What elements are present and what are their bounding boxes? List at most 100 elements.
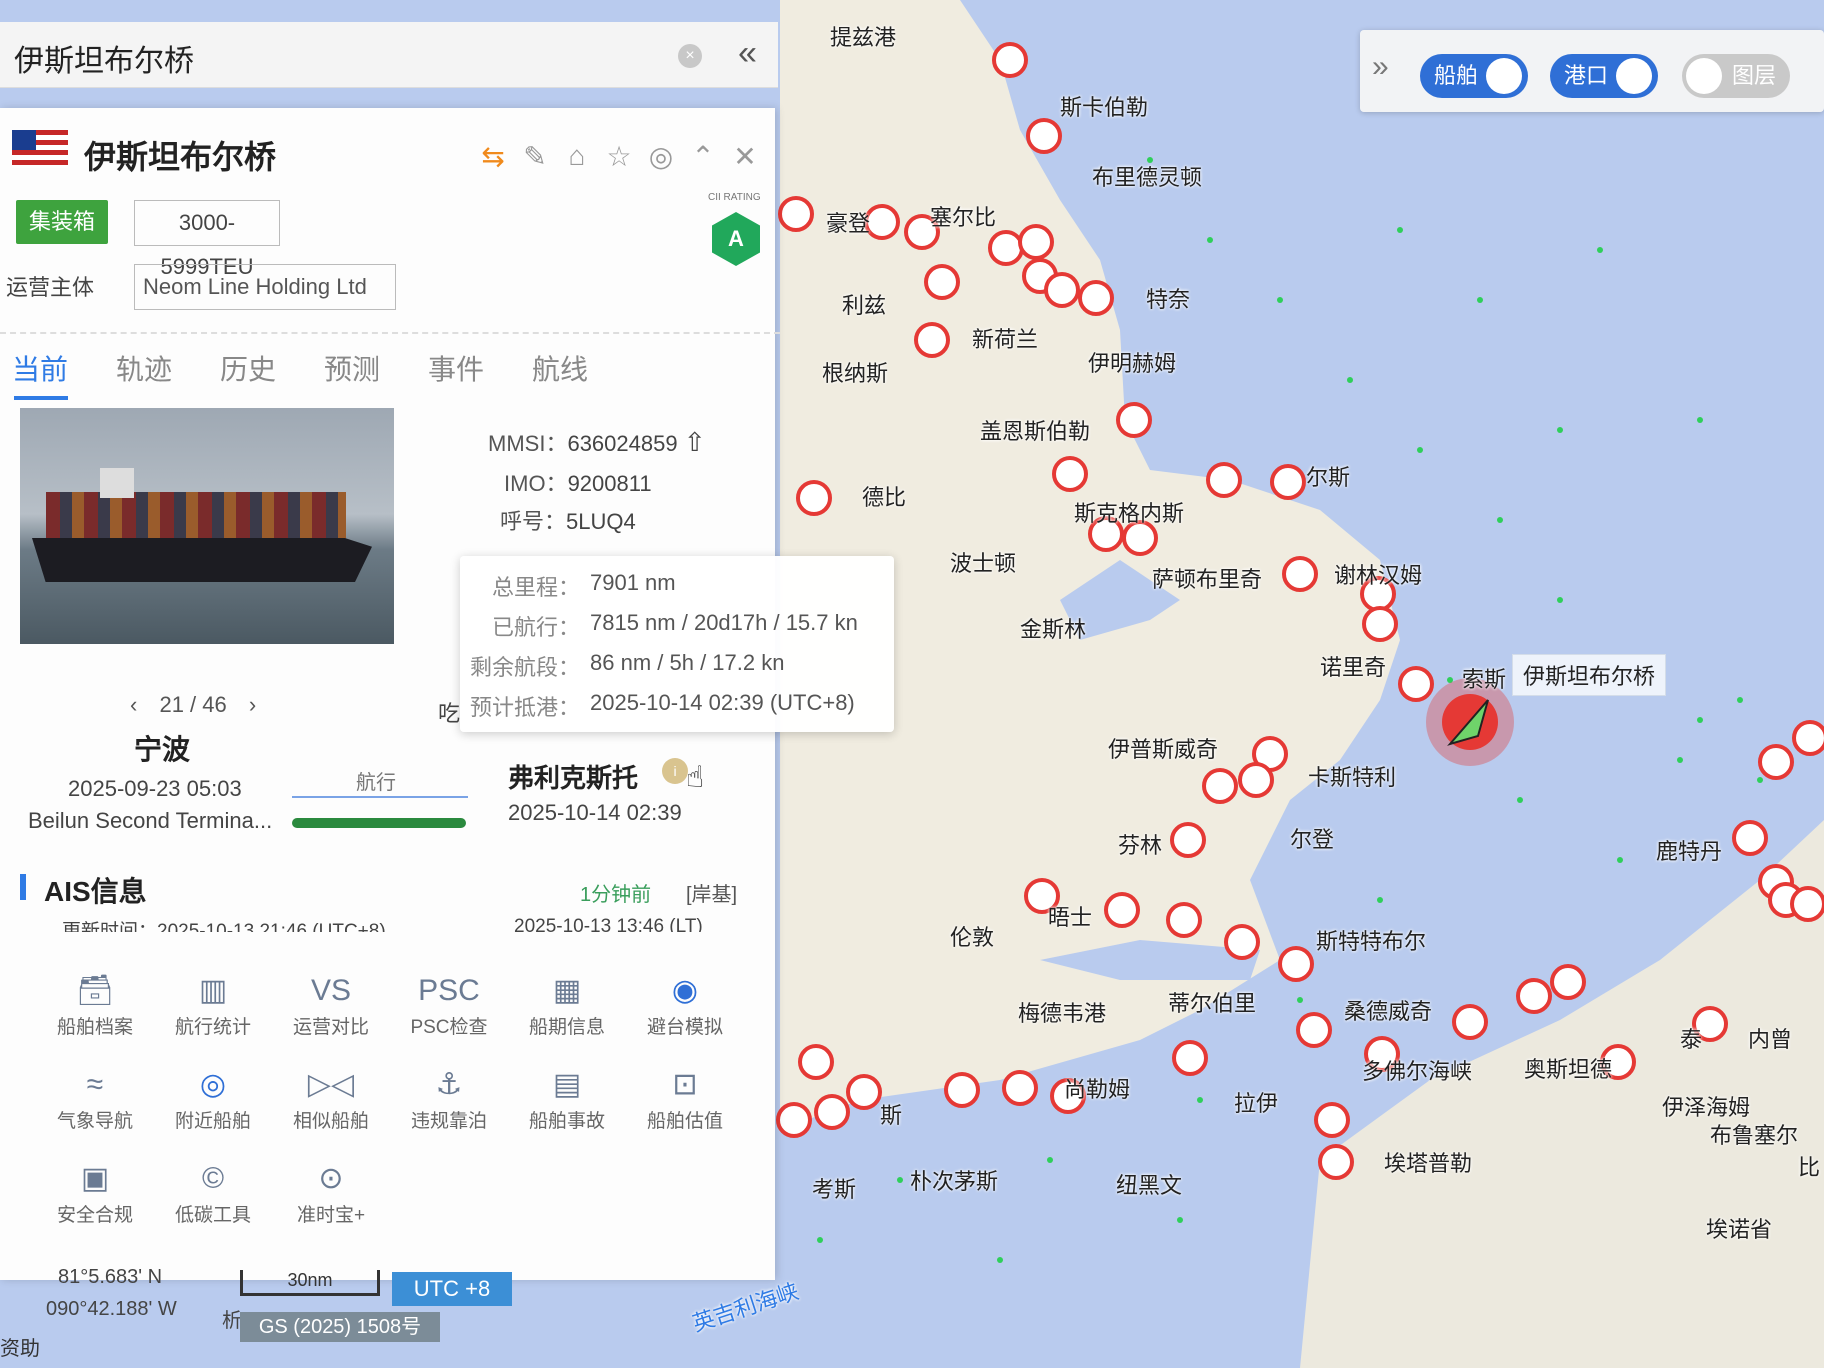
map-place-label: 伊普斯威奇 <box>1108 737 1219 762</box>
edit-icon[interactable]: ✎ <box>522 140 548 173</box>
copy-icon[interactable]: ⇧ <box>684 427 706 457</box>
timezone-button[interactable]: UTC +8 <box>392 1272 512 1306</box>
map-place-label: 特奈 <box>1146 287 1191 312</box>
destination-port[interactable]: 弗利克斯托 <box>508 758 638 795</box>
close-icon[interactable]: ✕ <box>732 140 758 173</box>
tool-label: 船舶档案 <box>56 1017 133 1038</box>
mmsi-label: MMSI： <box>488 431 568 456</box>
chevron-right-icon[interactable]: › <box>249 692 256 717</box>
map-place-label: 波士顿 <box>950 551 1017 576</box>
sponsor-link[interactable]: 资助 <box>0 1332 40 1361</box>
close-circle-icon[interactable]: × <box>678 44 702 68</box>
tooltip-key: 已航行： <box>491 615 580 640</box>
tool-label: PSC检查 <box>410 1017 488 1038</box>
longitude-readout: 090°42.188' W <box>46 1298 177 1320</box>
map-place-label: 盖恩斯伯勒 <box>980 419 1091 444</box>
chevron-left-icon[interactable]: ‹ <box>130 692 137 717</box>
tool-label: 相似船舶 <box>292 1111 369 1132</box>
map-place-label: 伊明赫姆 <box>1088 351 1177 376</box>
tool-accident[interactable]: ▤ 船舶事故 <box>512 1064 622 1133</box>
mmsi-row: MMSI：636024859 ⇧ <box>488 426 706 458</box>
map-place-label: 多佛尔海峡 <box>1362 1059 1473 1084</box>
ports-toggle[interactable]: 港口 <box>1550 54 1658 98</box>
tag-icon[interactable]: ⌂ <box>564 140 590 173</box>
map-place-label: 索斯 <box>1462 667 1507 692</box>
update-time: 更新时间：2025-10-13 21:46 (UTC+8) <box>62 921 386 932</box>
info-icon[interactable]: i <box>662 758 688 784</box>
tab-forecast[interactable]: 预测 <box>324 348 428 388</box>
map-place-label: 尔登 <box>1290 827 1335 852</box>
tool-archive[interactable]: 🗃 船舶档案 <box>40 970 150 1039</box>
double-chevron-right-icon[interactable]: » <box>1372 50 1389 84</box>
tool-anchor[interactable]: ⚓ 违规靠泊 <box>394 1064 504 1133</box>
tool-bar-chart[interactable]: ▥ 航行统计 <box>158 970 268 1039</box>
vessel-photo[interactable] <box>20 408 394 644</box>
departure-port[interactable]: 宁波 <box>134 728 190 768</box>
update-local-time: 2025-10-13 13:46 (LT) <box>514 916 703 932</box>
share-icon[interactable]: ⇆ <box>480 140 506 173</box>
target-vessel-label[interactable]: 伊斯坦布尔桥 <box>1512 654 1667 696</box>
layers-toggle[interactable]: 图层 <box>1682 54 1790 98</box>
star-icon[interactable]: ☆ <box>606 140 632 173</box>
map-place-label: 比 <box>1798 1155 1821 1180</box>
map-place-label: 伦敦 <box>950 925 995 950</box>
map-place-label: 斯卡伯勒 <box>1060 95 1149 120</box>
tool-psc[interactable]: PSC PSC检查 <box>394 970 504 1039</box>
tool-label: 船舶估值 <box>646 1111 723 1132</box>
tool-similar-ship[interactable]: ▷◁ 相似船舶 <box>276 1064 386 1133</box>
tool-label: 低碳工具 <box>174 1205 251 1226</box>
tool-low-carbon[interactable]: © 低碳工具 <box>158 1158 268 1227</box>
tool-valuation[interactable]: ⊡ 船舶估值 <box>630 1064 740 1133</box>
search-input[interactable]: 伊斯坦布尔桥 <box>14 36 194 80</box>
imo-value: 9200811 <box>567 471 652 496</box>
map-place-label: 纽黑文 <box>1116 1173 1183 1198</box>
tooltip-key: 总里程： <box>491 575 580 600</box>
map-place-label: 德比 <box>862 485 907 510</box>
tab-current[interactable]: 当前 <box>12 348 116 388</box>
map-place-label: 桑德威奇 <box>1344 999 1433 1024</box>
tool-weather-nav[interactable]: ≈ 气象导航 <box>40 1064 150 1133</box>
tool-typhoon[interactable]: ◉ 避台模拟 <box>630 970 740 1039</box>
tool-label: 气象导航 <box>56 1111 133 1132</box>
tool-compliance[interactable]: ▣ 安全合规 <box>40 1158 150 1227</box>
tab-history[interactable]: 历史 <box>220 348 324 388</box>
bar-chart-icon: ▥ <box>198 974 228 1007</box>
voyage-pager-text: 21 / 46 <box>159 692 227 717</box>
tool-ontime[interactable]: ⊙ 准时宝+ <box>276 1158 386 1227</box>
section-accent <box>20 874 26 900</box>
operator-value[interactable]: Neom Line Holding Ltd <box>134 264 396 310</box>
voyage-progress-bar <box>292 818 467 828</box>
map-approval-number: GS (2025) 1508号 <box>240 1312 440 1342</box>
map-place-label: 布鲁塞尔 <box>1710 1123 1799 1148</box>
header-tools: ⇆ ✎ ⌂ ☆ ◎ ⌃ ✕ <box>480 140 758 173</box>
map-place-label: 拉伊 <box>1234 1091 1279 1116</box>
tool-label: 安全合规 <box>56 1205 133 1226</box>
ships-toggle[interactable]: 船舶 <box>1420 54 1528 98</box>
tab-track[interactable]: 轨迹 <box>116 348 220 388</box>
tool-label: 准时宝+ <box>296 1205 366 1226</box>
map-place-label: 利兹 <box>842 293 887 318</box>
archive-icon: 🗃 <box>75 974 115 1007</box>
tool-calendar[interactable]: ▦ 船期信息 <box>512 970 622 1039</box>
cii-badge[interactable]: A <box>712 212 760 266</box>
callsign-value: 5LUQ4 <box>566 509 636 534</box>
ships-toggle-label: 船舶 <box>1434 63 1479 88</box>
map-place-label: 豪登 <box>826 211 871 236</box>
locate-icon[interactable]: ◎ <box>648 140 674 173</box>
cii-label: CII RATING <box>708 192 761 203</box>
voyage-pager: ‹ 21 / 46 › <box>130 692 256 718</box>
map-place-label: 卡斯特利 <box>1308 765 1397 790</box>
tab-routes[interactable]: 航线 <box>532 348 636 388</box>
map-place-label: 考斯 <box>812 1177 857 1202</box>
callsign-row: 呼号：5LUQ4 <box>500 504 636 536</box>
tab-events[interactable]: 事件 <box>428 348 532 388</box>
double-chevron-left-icon[interactable]: « <box>738 34 757 73</box>
tool-nearby[interactable]: ◎ 附近船舶 <box>158 1064 268 1133</box>
map-place-label: 晤士 <box>1048 905 1093 930</box>
layers-toggle-label: 图层 <box>1732 63 1777 88</box>
tool-vs[interactable]: VS 运营对比 <box>276 970 386 1039</box>
weather-nav-icon: ≈ <box>86 1068 104 1101</box>
chevron-up-icon[interactable]: ⌃ <box>690 140 716 173</box>
map-place-label: 尔斯 <box>1306 465 1351 490</box>
tooltip-value: 7815 nm / 20d17h / 15.7 kn <box>590 610 858 635</box>
